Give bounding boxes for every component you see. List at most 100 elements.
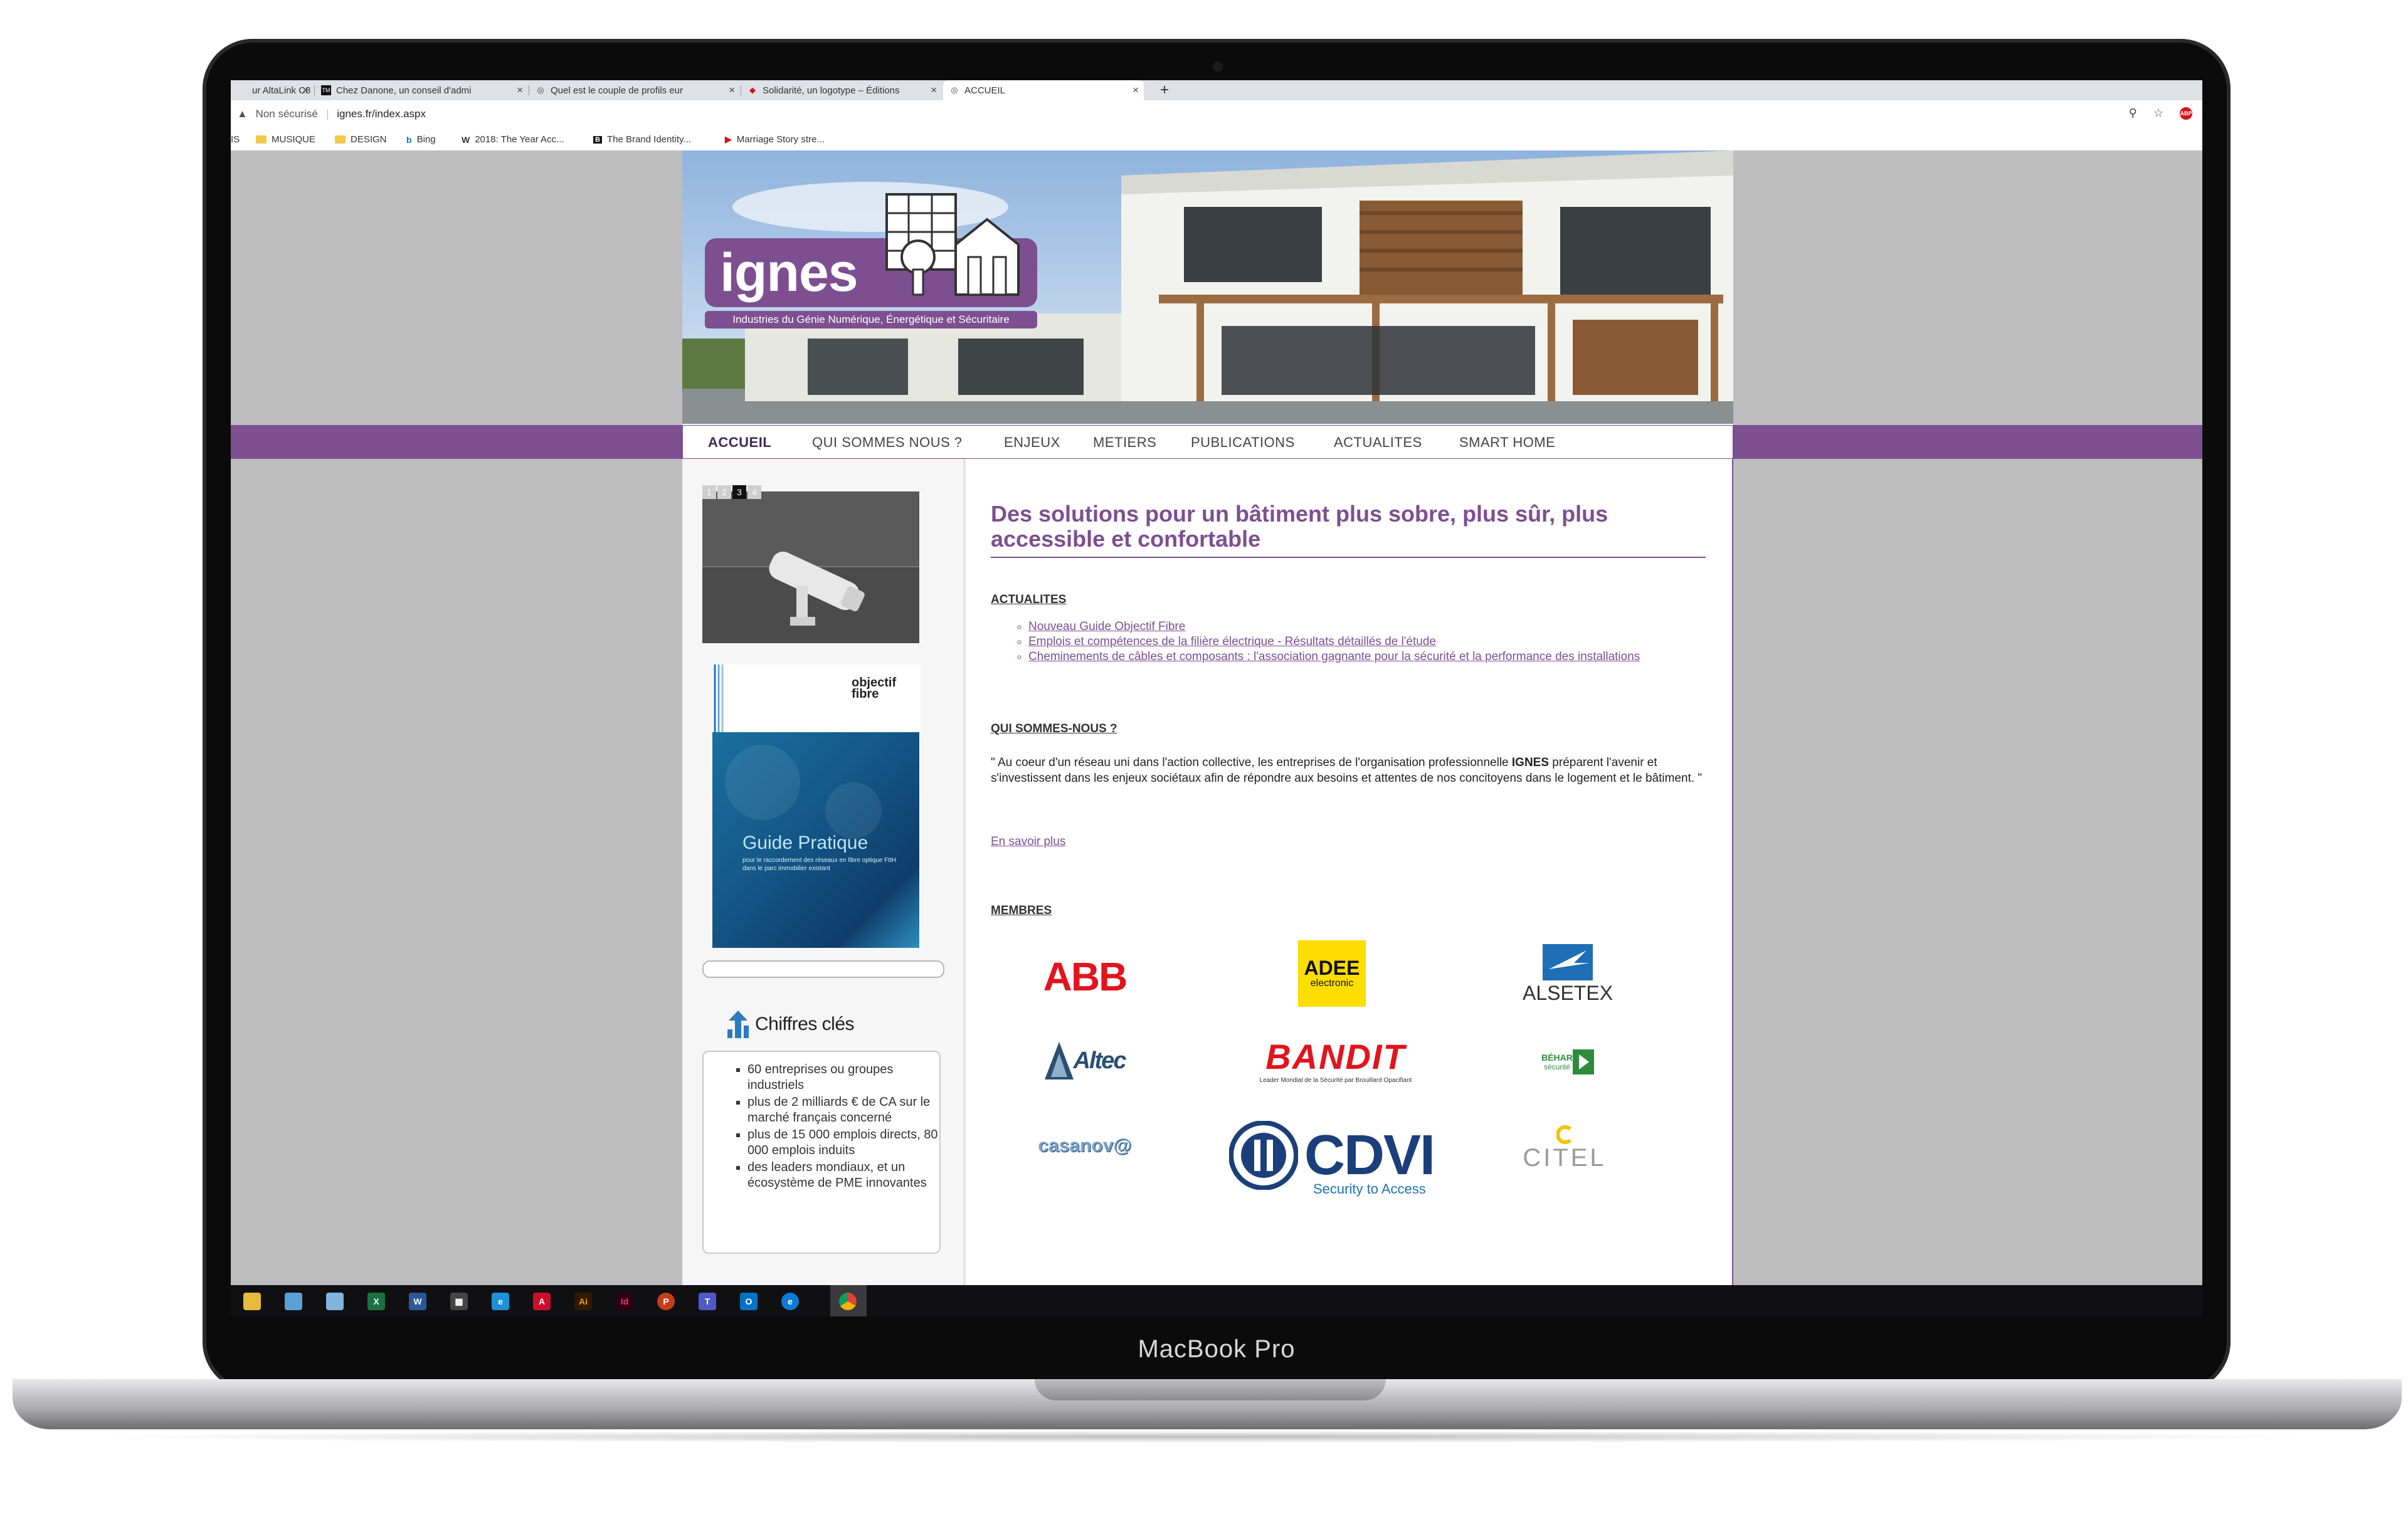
edge-icon[interactable]: e (781, 1293, 799, 1310)
web-page: ignes Industries du Génie Numérique, Éne… (231, 150, 2202, 1316)
excel-icon[interactable]: X (367, 1293, 385, 1310)
bookmark-design[interactable]: DESIGN (335, 134, 387, 145)
document-icon (237, 85, 247, 95)
search-input[interactable] (702, 960, 944, 978)
indesign-icon[interactable]: Id (616, 1293, 633, 1310)
member-bandit-logo[interactable]: BANDIT Leader Mondial de la Sécurité par… (1242, 1026, 1430, 1095)
powerpoint-icon[interactable]: P (657, 1293, 675, 1310)
headline-divider (991, 557, 1706, 558)
address-bar[interactable]: ▲ Non sécurisé ignes.fr/index.aspx ⚲ ☆ A… (231, 100, 2202, 130)
brand-identity-icon: B (593, 135, 602, 144)
calculator-icon[interactable]: ▦ (450, 1293, 468, 1310)
nav-metiers[interactable]: METIERS (1093, 434, 1156, 451)
alsetex-flag-icon (1543, 943, 1593, 980)
ignes-logo[interactable]: ignes Industries du Génie Numérique, Éne… (705, 188, 1037, 332)
bookmark-is[interactable]: IS (231, 134, 240, 145)
acrobat-icon[interactable]: A (533, 1293, 551, 1310)
membres-heading: MEMBRES (991, 904, 1052, 917)
altec-triangle-icon (1044, 1042, 1074, 1079)
nav-actualites[interactable]: ACTUALITES (1334, 434, 1422, 451)
news-link-1[interactable]: Nouveau Guide Objectif Fibre (1028, 620, 1185, 633)
nav-accueil[interactable]: ACCUEIL (708, 434, 771, 451)
member-casanova-logo[interactable]: casanov@ (1022, 1126, 1148, 1166)
outlook-icon[interactable]: O (740, 1293, 758, 1310)
cdvi-emblem-icon (1229, 1121, 1298, 1190)
url-text[interactable]: ignes.fr/index.aspx (337, 108, 426, 120)
chrome-icon[interactable] (839, 1293, 857, 1310)
qui-sommes-nous-heading[interactable]: QUI SOMMES-NOUS ? (991, 722, 1117, 736)
tab-3[interactable]: ◎ Quel est le couple de profils eur × (529, 80, 740, 100)
main-nav: ACCUEIL QUI SOMMES NOUS ? ENJEUX METIERS… (682, 425, 1733, 459)
word-icon[interactable]: W (409, 1293, 426, 1310)
star-icon[interactable]: ☆ (2153, 107, 2163, 120)
nav-enjeux[interactable]: ENJEUX (1004, 434, 1060, 451)
globe-icon: ◎ (951, 85, 958, 95)
zoom-icon[interactable]: ⚲ (2129, 107, 2137, 120)
slider-image[interactable] (702, 491, 919, 643)
slider-page-2[interactable]: 2 (717, 485, 731, 499)
tab-1[interactable]: ur AltaLink C8 × (231, 80, 314, 100)
list-item: Cheminements de câbles et composants : l… (1028, 649, 1706, 664)
behar-b-icon (1572, 1049, 1594, 1074)
member-abb-logo[interactable]: ABB (1035, 945, 1135, 1008)
tab-2[interactable]: TM Chez Danone, un conseil d'admi × (315, 80, 528, 100)
laptop-notch (1035, 1379, 1386, 1400)
slider-page-3[interactable]: 3 (732, 485, 746, 499)
page-headline: Des solutions pour un bâtiment plus sobr… (991, 501, 1608, 552)
security-status: Non sécurisé (255, 108, 318, 120)
nav-qui-sommes-nous[interactable]: QUI SOMMES NOUS ? (812, 434, 963, 451)
actualites-heading[interactable]: ACTUALITES (991, 593, 1066, 607)
tab-title: ACCUEIL (964, 85, 1006, 96)
chiffres-title: Chiffres clés (755, 1014, 855, 1034)
close-icon[interactable]: × (302, 84, 309, 97)
file-explorer-icon[interactable] (243, 1293, 261, 1310)
screen: ur AltaLink C8 × TM Chez Danone, un cons… (231, 80, 2202, 1316)
chiffre-item: plus de 2 milliards € de CA sur le march… (747, 1095, 939, 1126)
adblock-icon[interactable]: ABP (2180, 107, 2192, 120)
ie-icon[interactable]: e (492, 1293, 509, 1310)
nav-smart-home[interactable]: SMART HOME (1459, 434, 1555, 451)
tab-5-active[interactable]: ◎ ACCUEIL × (943, 80, 1144, 100)
member-adee-logo[interactable]: ADEE electronic (1298, 940, 1366, 1007)
play-icon: ▶ (725, 134, 732, 144)
illustrator-icon[interactable]: Ai (574, 1293, 592, 1310)
guide-subtitle: pour le raccordement des réseaux en fibr… (742, 857, 897, 872)
guide-objectif-fibre[interactable]: objectif fibre Guide Pratique pour le ra… (712, 664, 921, 948)
mission-quote: " Au coeur d'un réseau uni dans l'action… (991, 756, 1703, 785)
actualites-list: Nouveau Guide Objectif Fibre Emplois et … (1028, 619, 1706, 664)
bookmark-brand-identity[interactable]: B The Brand Identity... (593, 134, 691, 145)
member-cdvi-logo[interactable]: CDVI Security to Access (1229, 1112, 1461, 1206)
close-icon[interactable]: × (517, 84, 523, 97)
windows-taskbar: X W ▦ e A Ai Id P T O e (231, 1285, 2202, 1316)
tab-4[interactable]: ◆ Solidarité, un logotype – Éditions × (741, 80, 942, 100)
bookmark-marriage-story[interactable]: ▶ Marriage Story stre... (725, 134, 825, 145)
member-altec-logo[interactable]: Altec (1028, 1034, 1141, 1087)
folder-icon (256, 135, 267, 144)
news-link-2[interactable]: Emplois et compétences de la filière éle… (1028, 635, 1436, 648)
list-item: Nouveau Guide Objectif Fibre (1028, 619, 1706, 634)
bookmark-bing[interactable]: b Bing (406, 134, 436, 145)
nav-publications[interactable]: PUBLICATIONS (1191, 434, 1295, 451)
slider-page-4[interactable]: 4 (747, 485, 761, 499)
guide-title: Guide Pratique (742, 833, 869, 853)
tab-title: Solidarité, un logotype – Éditions (763, 85, 900, 96)
new-tab-button[interactable]: + (1160, 81, 1169, 99)
paint-icon[interactable] (285, 1293, 302, 1310)
en-savoir-plus-link[interactable]: En savoir plus (991, 835, 1065, 849)
teams-icon[interactable]: T (699, 1293, 716, 1310)
laptop-shadow (75, 1431, 2333, 1443)
notepad-icon[interactable] (326, 1293, 344, 1310)
member-behar-logo[interactable]: BÉHAR sécurité (1530, 1042, 1605, 1082)
news-link-3[interactable]: Cheminements de câbles et composants : l… (1028, 650, 1640, 663)
bookmark-2018[interactable]: W 2018: The Year Acc... (462, 134, 564, 145)
wikipedia-icon: W (462, 134, 470, 145)
bookmark-musique[interactable]: MUSIQUE (256, 134, 315, 145)
member-alsetex-logo[interactable]: ALSETEX (1511, 938, 1624, 1011)
member-citel-logo[interactable]: CITEL (1518, 1118, 1612, 1179)
close-icon[interactable]: × (931, 84, 937, 97)
slider-page-1[interactable]: 1 (702, 485, 716, 499)
chiffres-header: Chiffres clés (727, 1011, 855, 1038)
close-icon[interactable]: × (1133, 84, 1139, 97)
logo-text: ignes (720, 243, 858, 303)
close-icon[interactable]: × (729, 84, 735, 97)
